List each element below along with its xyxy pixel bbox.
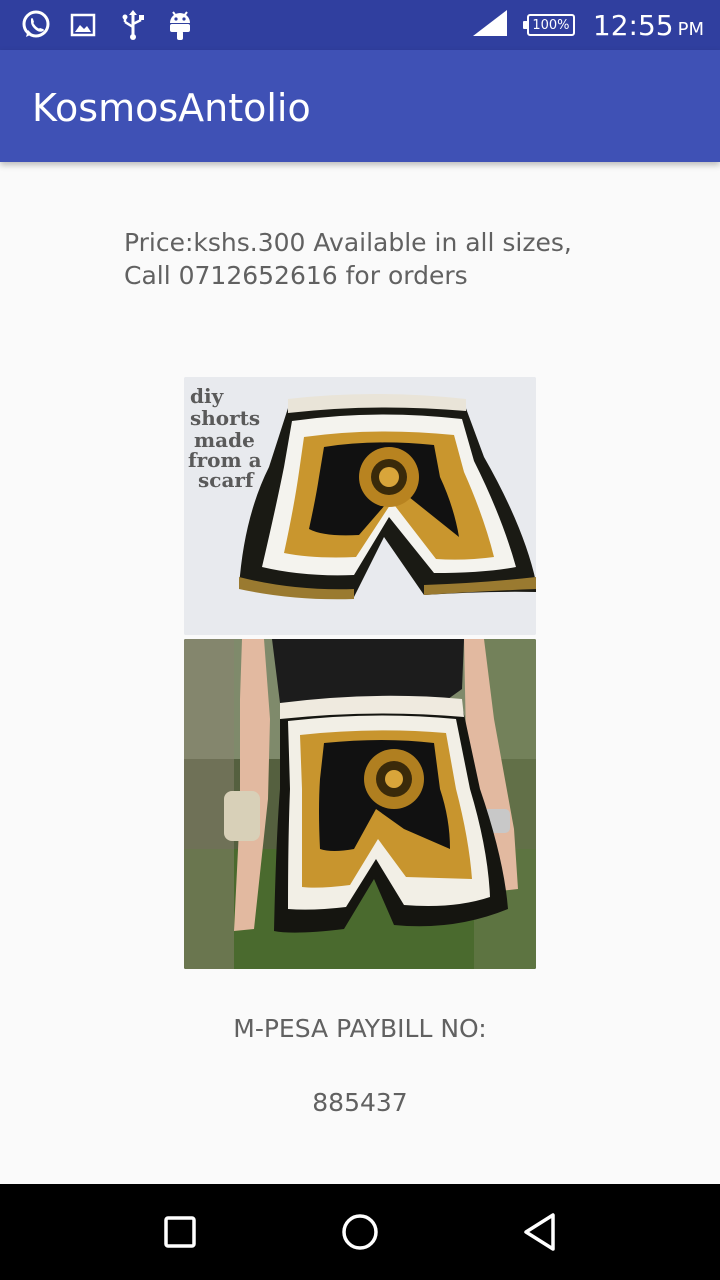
battery-level: 100% — [532, 17, 570, 33]
clock-time: 12:55 — [592, 8, 674, 42]
recent-apps-button[interactable] — [156, 1208, 204, 1256]
battery-icon: 100% — [522, 14, 575, 36]
svg-text:scarf: scarf — [198, 468, 255, 492]
clock: 12:55 PM — [593, 9, 704, 42]
image-icon — [66, 8, 100, 42]
paybill-label: M-PESA PAYBILL NO: — [233, 1014, 487, 1043]
clock-ampm: PM — [677, 18, 704, 40]
price-text: Price:kshs.300 Available in all sizes, C… — [124, 228, 572, 290]
navigation-bar — [0, 1184, 720, 1280]
home-icon — [342, 1214, 378, 1250]
android-icon — [163, 8, 197, 42]
status-bar-right: 100% 12:55 PM — [471, 0, 704, 50]
paybill-number: 885437 — [312, 1088, 408, 1117]
product-photo-flat: diy shorts made from a scarf — [184, 377, 536, 635]
app-title: KosmosAntolio — [32, 86, 311, 130]
back-icon — [524, 1213, 555, 1251]
svg-text:shorts: shorts — [190, 406, 260, 430]
product-photo-worn — [184, 639, 536, 969]
whatsapp-icon — [19, 8, 53, 42]
app-bar: KosmosAntolio — [0, 50, 720, 162]
home-button[interactable] — [336, 1208, 384, 1256]
status-bar: 100% 12:55 PM — [0, 0, 720, 50]
usb-icon — [116, 8, 150, 42]
signal-icon — [471, 8, 509, 42]
photo-caption: diy — [190, 384, 225, 408]
back-button[interactable] — [516, 1208, 564, 1256]
recent-apps-icon — [164, 1216, 196, 1248]
